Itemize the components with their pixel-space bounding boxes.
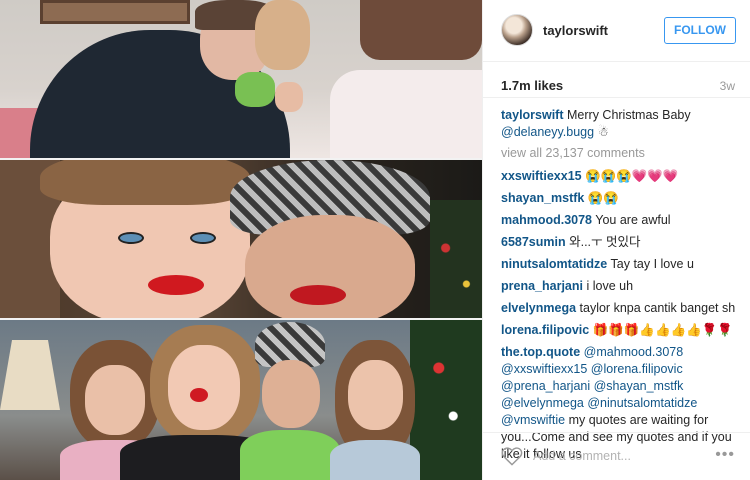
comment: shayan_mstfk 😭😭 bbox=[501, 190, 741, 207]
post-sidebar: taylorswift FOLLOW 1.7m likes 3w taylors… bbox=[482, 0, 750, 480]
post-username[interactable]: taylorswift bbox=[543, 23, 608, 38]
comment-text: 😭😭 bbox=[587, 191, 619, 205]
follow-button[interactable]: FOLLOW bbox=[664, 17, 736, 44]
comment-text: taylor knpa cantik banget sh bbox=[579, 301, 736, 315]
comment-username[interactable]: lorena.filipovic bbox=[501, 323, 589, 337]
bed-pillow bbox=[330, 70, 482, 160]
likes-count[interactable]: 1.7m likes bbox=[501, 78, 563, 93]
comment-username[interactable]: elvelynmega bbox=[501, 301, 576, 315]
girl-middle-face bbox=[262, 360, 320, 428]
view-all-comments-link[interactable]: view all 23,137 comments bbox=[501, 145, 741, 162]
post-photo[interactable] bbox=[0, 0, 482, 480]
comment-text: i love uh bbox=[586, 279, 634, 293]
hand bbox=[275, 82, 303, 112]
post-stats: 1.7m likes 3w bbox=[483, 62, 750, 98]
comment: prena_harjani i love uh bbox=[501, 278, 741, 295]
green-shirt bbox=[240, 430, 340, 480]
comment: lorena.filipovic 🎁🎁🎁👍👍👍👍🌹🌹 bbox=[501, 322, 741, 339]
comment: mahmood.3078 You are awful bbox=[501, 212, 741, 229]
christmas-tree-lights bbox=[430, 200, 482, 320]
comment-text: 😭😭😭💗💗💗 bbox=[585, 169, 679, 183]
comment-text: Tay tay I love u bbox=[610, 257, 694, 271]
caption-mention[interactable]: @delaneyy.bugg bbox=[501, 125, 594, 139]
woman-hair bbox=[255, 0, 310, 70]
heart-icon[interactable] bbox=[501, 446, 523, 466]
post-time[interactable]: 3w bbox=[720, 79, 735, 93]
picture-frame bbox=[40, 0, 190, 24]
green-sleeve bbox=[235, 72, 275, 107]
photo-panel-selfie bbox=[0, 160, 482, 320]
comment-username[interactable]: the.top.quote bbox=[501, 345, 580, 359]
girl-left-face bbox=[85, 365, 145, 435]
girl-right-shirt bbox=[330, 440, 420, 480]
girl-right-face bbox=[348, 360, 403, 430]
girl-lips bbox=[290, 285, 346, 305]
comment: ninutsalomtatidze Tay tay I love u bbox=[501, 256, 741, 273]
taylor-lips-group bbox=[190, 388, 208, 402]
post-header: taylorswift FOLLOW bbox=[483, 0, 750, 62]
comment-text: 🎁🎁🎁👍👍👍👍🌹🌹 bbox=[592, 323, 733, 337]
taylor-face-group bbox=[168, 345, 240, 430]
add-comment-input[interactable]: Add a comment... bbox=[533, 449, 631, 463]
comment-username[interactable]: 6587sumin bbox=[501, 235, 566, 249]
comments-list: taylorswift Merry Christmas Baby @delane… bbox=[501, 107, 741, 468]
comment-text: You are awful bbox=[595, 213, 671, 227]
red-lips bbox=[148, 275, 204, 295]
caption: taylorswift Merry Christmas Baby @delane… bbox=[501, 107, 741, 141]
photo-panel-group bbox=[0, 320, 482, 480]
comment: elvelynmega taylor knpa cantik banget sh bbox=[501, 300, 741, 317]
girl-face bbox=[245, 215, 415, 320]
comment: xxswiftiexx15 😭😭😭💗💗💗 bbox=[501, 168, 741, 185]
eye-left bbox=[118, 232, 144, 244]
comment: 6587sumin 와...ㅜ 멋있다 bbox=[501, 234, 741, 251]
caption-emoji: ☃ bbox=[597, 125, 609, 139]
lamp-shade bbox=[0, 340, 60, 410]
taylor-bangs bbox=[40, 160, 250, 205]
profile-avatar[interactable] bbox=[501, 14, 533, 46]
comment-username[interactable]: prena_harjani bbox=[501, 279, 583, 293]
photo-panel-hug bbox=[0, 0, 482, 160]
more-options-icon[interactable]: ••• bbox=[715, 446, 735, 464]
comment-username[interactable]: ninutsalomtatidze bbox=[501, 257, 607, 271]
comment-username[interactable]: shayan_mstfk bbox=[501, 191, 584, 205]
bed-headboard bbox=[360, 0, 482, 60]
comment-username[interactable]: xxswiftiexx15 bbox=[501, 169, 582, 183]
caption-username[interactable]: taylorswift bbox=[501, 108, 564, 122]
christmas-tree bbox=[410, 320, 482, 480]
eye-right bbox=[190, 232, 216, 244]
comment-username[interactable]: mahmood.3078 bbox=[501, 213, 592, 227]
caption-text: Merry Christmas Baby bbox=[567, 108, 691, 122]
post-footer: Add a comment... ••• bbox=[483, 432, 750, 480]
comment-text: 와...ㅜ 멋있다 bbox=[569, 235, 641, 249]
